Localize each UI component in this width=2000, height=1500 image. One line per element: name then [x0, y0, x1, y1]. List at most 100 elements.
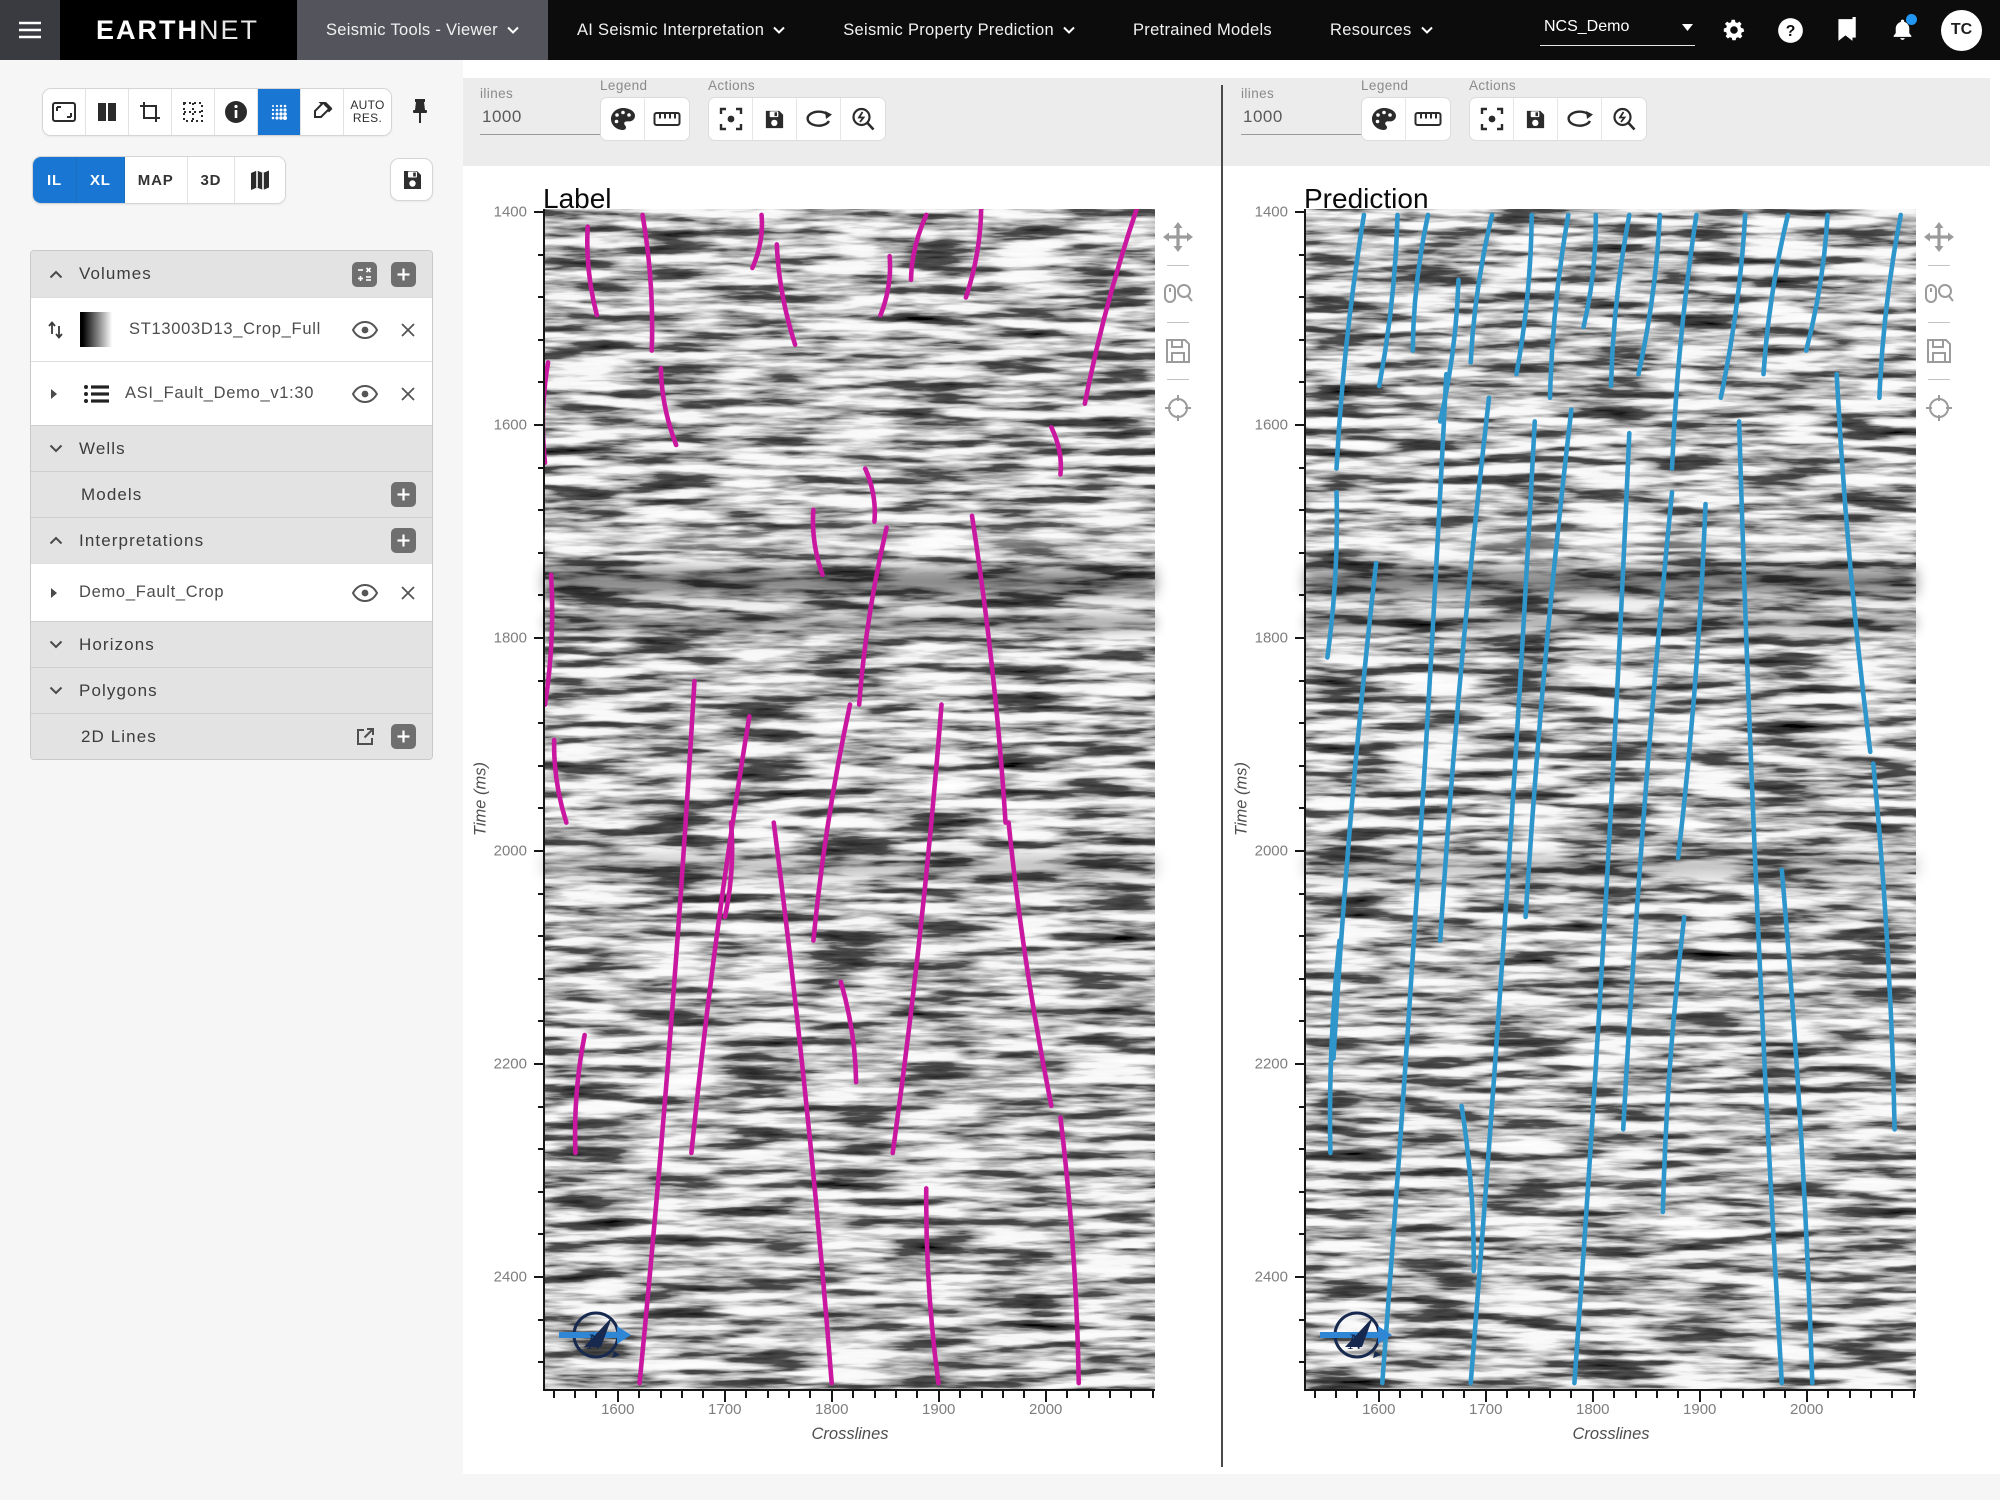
section-wells[interactable]: Wells — [31, 425, 432, 471]
basemap-button[interactable] — [235, 157, 285, 203]
target-locate-button[interactable] — [1924, 391, 1954, 425]
mode-il-button[interactable]: IL — [33, 157, 77, 203]
settings-button[interactable] — [1717, 13, 1751, 47]
mode-xl-button[interactable]: XL — [77, 157, 125, 203]
zoom-mouse-button[interactable] — [1924, 277, 1954, 311]
seismic-section-plot[interactable]: Time (ms) Crosslines N 14001600180020002… — [1304, 209, 1916, 1391]
section-label: Horizons — [79, 635, 155, 655]
section-models[interactable]: Models — [31, 471, 432, 517]
interpretation-item-demo-fault-crop[interactable]: Demo_Fault_Crop — [31, 563, 432, 621]
snapshot-save-button[interactable] — [1924, 334, 1954, 368]
zoom-settings-button[interactable] — [841, 98, 885, 140]
x-minor-tick — [1066, 1391, 1068, 1398]
resolution-dots-button[interactable] — [258, 89, 301, 135]
pin-toolbar-button[interactable] — [405, 96, 435, 126]
save-view-button[interactable] — [1514, 98, 1558, 140]
legend-colormap-button[interactable] — [1362, 98, 1406, 140]
pan-tool-button[interactable] — [1924, 220, 1954, 254]
add-model-button[interactable] — [391, 482, 416, 507]
x-minor-tick — [1613, 1391, 1615, 1398]
x-minor-tick — [745, 1391, 747, 1398]
top-menu: Seismic Tools - Viewer AI Seismic Interp… — [297, 0, 1462, 60]
palette-icon — [1371, 107, 1397, 131]
gear-icon — [1721, 17, 1747, 43]
open-2d-lines-button[interactable] — [352, 724, 377, 749]
center-view-button[interactable] — [709, 98, 753, 140]
remove-icon[interactable] — [400, 585, 416, 601]
x-minor-tick — [1763, 1391, 1765, 1398]
x-minor-tick — [874, 1391, 876, 1398]
target-locate-button[interactable] — [1163, 391, 1193, 425]
y-axis-title: Time (ms) — [1233, 762, 1252, 836]
workspace-select[interactable]: NCS_Demo — [1540, 14, 1695, 46]
volume-item-asi-fault-demo[interactable]: ASI_Fault_Demo_v1:30 — [31, 361, 432, 425]
user-avatar[interactable]: TC — [1941, 10, 1982, 51]
add-2d-line-button[interactable] — [391, 724, 416, 749]
pan-tool-button[interactable] — [1163, 220, 1193, 254]
volume-math-button[interactable] — [352, 262, 377, 287]
save-layout-button[interactable] — [390, 158, 433, 201]
reset-view-button[interactable] — [1558, 98, 1602, 140]
add-volume-button[interactable] — [391, 262, 416, 287]
earthnet-logo[interactable]: EARTHNET — [60, 0, 297, 60]
section-polygons[interactable]: Polygons — [31, 667, 432, 713]
y-minor-tick — [538, 1020, 545, 1022]
section-horizons[interactable]: Horizons — [31, 621, 432, 667]
zoom-mouse-button[interactable] — [1163, 277, 1193, 311]
y-minor-tick — [1299, 935, 1306, 937]
section-2d-lines[interactable]: 2D Lines — [31, 713, 432, 759]
add-interpretation-button[interactable] — [391, 528, 416, 553]
snapshot-save-button[interactable] — [1163, 334, 1193, 368]
remove-icon[interactable] — [400, 386, 416, 402]
section-volumes[interactable]: Volumes — [31, 251, 432, 297]
snap-grid-button[interactable] — [172, 89, 215, 135]
menu-ai-seismic-interpretation[interactable]: AI Seismic Interpretation — [548, 0, 814, 60]
section-interpretations[interactable]: Interpretations — [31, 517, 432, 563]
zoom-settings-button[interactable] — [1602, 98, 1646, 140]
visibility-eye-icon[interactable] — [352, 321, 378, 339]
x-axis-title: Crosslines — [1572, 1425, 1649, 1444]
mode-map-button[interactable]: MAP — [125, 157, 188, 203]
help-button[interactable]: ? — [1773, 13, 1807, 47]
expand-caret-icon[interactable] — [50, 587, 58, 599]
menu-pretrained-models[interactable]: Pretrained Models — [1104, 0, 1301, 60]
hamburger-menu-button[interactable] — [0, 0, 60, 60]
legend-scale-button[interactable] — [645, 98, 689, 140]
legend-label: Legend — [600, 78, 690, 93]
y-minor-tick — [1299, 1106, 1306, 1108]
remove-icon[interactable] — [400, 322, 416, 338]
menu-resources[interactable]: Resources — [1301, 0, 1462, 60]
fit-to-view-button[interactable] — [43, 89, 86, 135]
colormap-swatch[interactable] — [80, 312, 115, 347]
volume-item-st13003d13[interactable]: ST13003D13_Crop_Full — [31, 297, 432, 361]
center-view-button[interactable] — [1470, 98, 1514, 140]
topbar-right-cluster: NCS_Demo ? TC — [1540, 0, 2000, 60]
save-view-button[interactable] — [753, 98, 797, 140]
seismic-section-plot[interactable]: Time (ms) Crosslines N 14001600180020002… — [543, 209, 1155, 1391]
expand-caret-icon[interactable] — [50, 388, 58, 400]
legend-colormap-button[interactable] — [601, 98, 645, 140]
crop-button[interactable] — [129, 89, 172, 135]
ilines-input[interactable] — [1241, 101, 1373, 135]
discrete-list-icon — [83, 383, 109, 405]
reset-view-button[interactable] — [797, 98, 841, 140]
legend-scale-button[interactable] — [1406, 98, 1450, 140]
hamburger-icon — [18, 21, 42, 39]
info-button[interactable] — [215, 89, 258, 135]
ilines-input[interactable] — [480, 101, 612, 135]
color-picker-button[interactable] — [301, 89, 344, 135]
x-minor-tick — [852, 1391, 854, 1398]
panel-divider[interactable] — [1221, 85, 1223, 1467]
auto-resolution-button[interactable]: AUTO RES. — [344, 89, 391, 135]
mode-3d-button[interactable]: 3D — [188, 157, 236, 203]
menu-seismic-property-prediction[interactable]: Seismic Property Prediction — [814, 0, 1104, 60]
y-major-tick — [534, 424, 545, 426]
split-view-button[interactable] — [86, 89, 129, 135]
y-minor-tick — [538, 1361, 545, 1363]
visibility-eye-icon[interactable] — [352, 385, 378, 403]
chevron-down-icon — [49, 444, 63, 453]
visibility-eye-icon[interactable] — [352, 584, 378, 602]
bookmarks-button[interactable] — [1829, 13, 1863, 47]
notifications-button[interactable] — [1885, 13, 1919, 47]
menu-seismic-tools-viewer[interactable]: Seismic Tools - Viewer — [297, 0, 548, 60]
